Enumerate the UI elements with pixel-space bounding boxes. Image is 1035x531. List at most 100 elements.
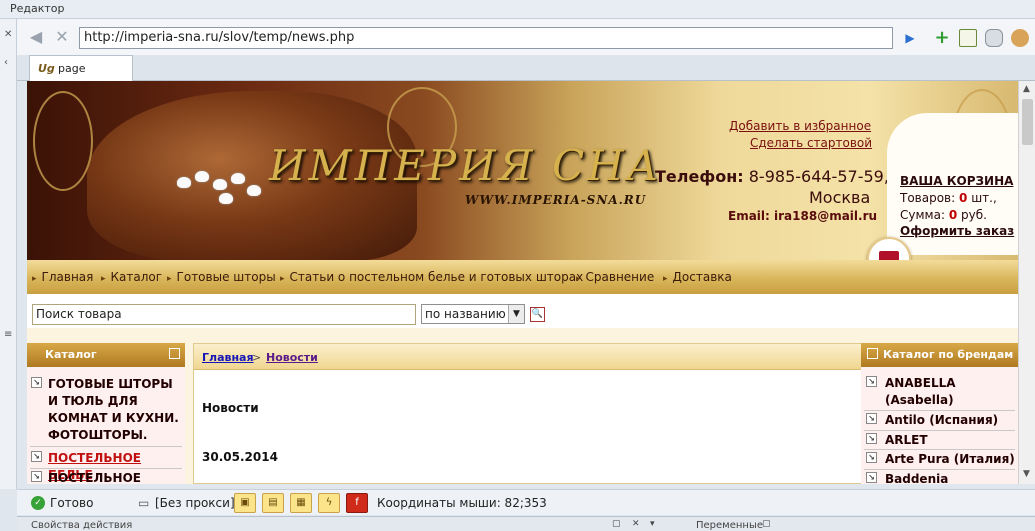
search-input[interactable]: Поиск товара bbox=[32, 304, 416, 325]
breadcrumb-home-link[interactable]: Главная bbox=[202, 351, 254, 364]
monitor-icon: ▭ bbox=[138, 496, 150, 510]
page-title: Новости bbox=[202, 401, 259, 415]
city: Москва bbox=[809, 188, 871, 207]
site-header-banner: ИМПЕРИЯ СНА WWW.IMPERIA-SNA.RU Добавить … bbox=[27, 81, 1018, 281]
menu-item-home[interactable]: Главная bbox=[32, 270, 94, 284]
phone-number: 8-985-644-57-59, bbox=[748, 167, 889, 186]
brand-catalog-header: Каталог по брендам bbox=[861, 343, 1018, 367]
minimize-icon[interactable]: ▢ bbox=[612, 519, 621, 529]
grip-icon[interactable]: ≡ bbox=[4, 329, 12, 340]
window-icon[interactable]: ▤ bbox=[262, 493, 284, 513]
divider bbox=[30, 446, 182, 447]
menu-item-catalog[interactable]: Каталог bbox=[101, 270, 163, 284]
ornament-left bbox=[33, 91, 93, 191]
page-tab-icon: Ug bbox=[38, 62, 55, 75]
page-viewport: ИМПЕРИЯ СНА WWW.IMPERIA-SNA.RU Добавить … bbox=[27, 81, 1018, 484]
arrow-bullet-icon: ↘ bbox=[866, 452, 877, 463]
divider bbox=[864, 469, 1015, 470]
address-bar[interactable]: http://imperia-sna.ru/slov/temp/news.php bbox=[79, 27, 893, 49]
database-icon[interactable] bbox=[985, 29, 1003, 47]
site-logo[interactable]: ИМПЕРИЯ СНА bbox=[269, 141, 662, 190]
email-label: Email: bbox=[728, 209, 770, 223]
site-url: WWW.IMPERIA-SNA.RU bbox=[465, 193, 647, 207]
breadcrumb: Главная > Новости bbox=[194, 344, 875, 370]
email-line: Email: ira188@mail.ru bbox=[728, 209, 877, 223]
vertical-scrollbar[interactable]: ▲ ▼ bbox=[1018, 81, 1035, 484]
breadcrumb-separator: > bbox=[252, 351, 262, 364]
bottom-panels: Свойства действия ▢ ✕ ▾ Переменные ▢ bbox=[17, 516, 1035, 531]
menu-item-compare[interactable]: Сравнение bbox=[576, 270, 655, 284]
news-date: 30.05.2014 bbox=[202, 450, 278, 464]
status-bar: ✓ Готово ▭ [Без прокси] ▣ ▤ ▦ ϟ f Коорди… bbox=[17, 489, 1035, 515]
divider bbox=[864, 410, 1015, 411]
scrollbar-thumb[interactable] bbox=[1022, 99, 1033, 145]
collapse-toggle-icon[interactable] bbox=[867, 348, 878, 359]
menu-item-delivery[interactable]: Доставка bbox=[663, 270, 732, 284]
cookie-icon[interactable] bbox=[1011, 29, 1029, 47]
phone-label: Телефон: bbox=[655, 167, 744, 186]
left-side-rail: ✕ ‹ ≡ bbox=[0, 19, 17, 489]
cart-sum: Сумма: 0 руб. bbox=[900, 208, 987, 222]
search-icon: 🔍 bbox=[531, 309, 544, 319]
catalog-header: Каталог bbox=[27, 343, 185, 367]
arrow-bullet-icon: ↘ bbox=[31, 377, 42, 388]
image-icon[interactable]: ▣ bbox=[234, 493, 256, 513]
search-button[interactable]: 🔍 bbox=[530, 307, 545, 322]
scroll-up-icon[interactable]: ▲ bbox=[1023, 84, 1030, 94]
flash-icon[interactable]: ϟ bbox=[318, 493, 340, 513]
divider bbox=[30, 468, 182, 469]
cart-items-count: Товаров: 0 шт., bbox=[900, 191, 997, 205]
search-mode-value: по названию bbox=[425, 307, 506, 321]
cart-title-link[interactable]: ВАША КОРЗИНА bbox=[900, 174, 1013, 188]
menu-item-curtains[interactable]: Готовые шторы bbox=[167, 270, 276, 284]
minimize-icon[interactable]: ▢ bbox=[762, 519, 771, 529]
proxy-status[interactable]: [Без прокси] bbox=[155, 496, 235, 510]
tab-page[interactable]: Ug page bbox=[29, 55, 133, 82]
notes-icon[interactable] bbox=[959, 29, 977, 47]
frame-icon[interactable]: ▦ bbox=[290, 493, 312, 513]
flowers-image bbox=[175, 167, 265, 207]
brand-catalog-title: Каталог по брендам bbox=[883, 348, 1014, 361]
main-menu: Главная Каталог Готовые шторы Статьи о п… bbox=[27, 260, 1018, 294]
close-icon[interactable]: ✕ bbox=[632, 519, 640, 529]
make-homepage-link[interactable]: Сделать стартовой bbox=[750, 136, 872, 150]
back-button[interactable]: ◀ bbox=[27, 28, 45, 46]
flash-player-icon[interactable]: f bbox=[346, 493, 368, 513]
status-ready: Готово bbox=[50, 496, 94, 510]
add-button[interactable]: + bbox=[933, 29, 951, 47]
add-to-favorites-link[interactable]: Добавить в избранное bbox=[729, 119, 871, 133]
phone-line: Телефон: 8-985-644-57-59, bbox=[655, 167, 889, 186]
arrow-bullet-icon: ↘ bbox=[866, 433, 877, 444]
editor-title-bar: Редактор bbox=[0, 0, 1035, 19]
divider bbox=[864, 430, 1015, 431]
catalog-title: Каталог bbox=[45, 348, 97, 361]
pin-icon[interactable]: ▾ bbox=[650, 519, 655, 529]
brand-catalog-panel: Каталог по брендам ↘ ANABELLA (Asabella)… bbox=[861, 343, 1018, 484]
menu-item-articles[interactable]: Статьи о постельном белье и готовых штор… bbox=[280, 270, 584, 284]
email-value[interactable]: ira188@mail.ru bbox=[774, 209, 877, 223]
collapse-icon[interactable]: ✕ bbox=[4, 29, 12, 40]
checkout-link[interactable]: Оформить заказ bbox=[900, 224, 1014, 238]
breadcrumb-current-link[interactable]: Новости bbox=[266, 351, 318, 364]
cart-sum-value: 0 bbox=[948, 208, 958, 222]
check-icon: ✓ bbox=[31, 496, 45, 510]
stop-button[interactable]: ✕ bbox=[53, 28, 71, 46]
tab-bar: Ug page bbox=[17, 55, 1035, 82]
browser-toolbar: ◀ ✕ http://imperia-sna.ru/slov/temp/news… bbox=[17, 19, 1035, 55]
arrow-bullet-icon: ↘ bbox=[31, 471, 42, 482]
chevron-left-icon[interactable]: ‹ bbox=[4, 57, 8, 68]
go-button[interactable]: ▶ bbox=[901, 29, 919, 47]
search-row: Поиск товара по названию ▼ 🔍 bbox=[27, 294, 1018, 328]
action-properties-pane-title: Свойства действия bbox=[31, 520, 133, 531]
arrow-bullet-icon: ↘ bbox=[866, 472, 877, 483]
collapse-toggle-icon[interactable] bbox=[169, 348, 180, 359]
catalog-panel: Каталог ↘ ГОТОВЫЕ ШТОРЫ И ТЮЛЬ ДЛЯ КОМНА… bbox=[27, 343, 185, 484]
mouse-coordinates: Координаты мыши: 82;353 bbox=[377, 496, 547, 510]
variables-pane-title: Переменные bbox=[696, 520, 763, 531]
search-mode-select[interactable]: по названию ▼ bbox=[421, 304, 525, 324]
arrow-bullet-icon: ↘ bbox=[866, 413, 877, 424]
scroll-down-icon[interactable]: ▼ bbox=[1023, 469, 1030, 479]
news-content: Главная > Новости Новости 30.05.2014 bbox=[193, 343, 876, 484]
tab-label: page bbox=[58, 62, 86, 75]
editor-title: Редактор bbox=[10, 2, 65, 15]
